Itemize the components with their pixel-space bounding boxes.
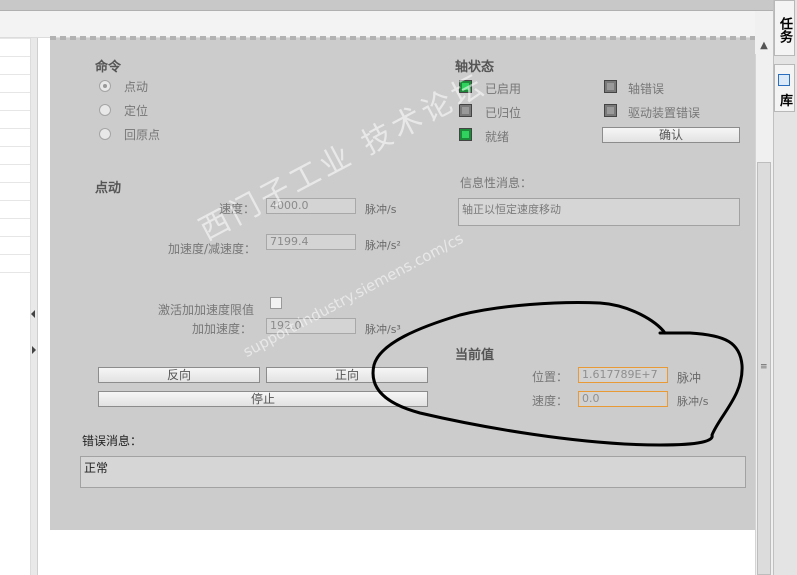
toolbar-strip: [0, 11, 755, 38]
splitter[interactable]: [31, 38, 38, 575]
axis-error-led-icon: [604, 80, 617, 93]
tasks-tab-label: 任务: [777, 17, 792, 43]
error-label: 错误消息：: [82, 434, 143, 448]
confirm-button[interactable]: 确认: [602, 127, 740, 143]
jerk-label: 加加速度：: [192, 322, 253, 336]
tab-library[interactable]: 库: [774, 64, 795, 112]
top-bar: [0, 0, 773, 11]
panel-top-border: [50, 36, 755, 40]
info-message-box: 轴正以恒定速度移动: [458, 198, 740, 226]
gutter: [38, 38, 50, 575]
panel-footer-space: [50, 530, 755, 575]
drive-error-led-icon: [604, 104, 617, 117]
library-tab-label: 库: [777, 93, 792, 107]
homed-label: 已归位: [485, 106, 522, 120]
info-label: 信息性消息：: [460, 176, 533, 190]
library-icon: [778, 73, 790, 86]
accel-field[interactable]: 7199.4: [266, 234, 356, 250]
radio-position[interactable]: [99, 104, 111, 116]
scroll-up-icon[interactable]: ▲: [755, 38, 773, 54]
axis-error-label: 轴错误: [628, 82, 665, 96]
scroll-grip-icon: ≡: [760, 362, 768, 372]
command-heading: 命令: [95, 60, 122, 75]
accel-unit: 脉冲/s²: [365, 239, 401, 252]
collapse-left-icon[interactable]: [31, 310, 35, 318]
radio-jog[interactable]: [99, 80, 111, 92]
ready-label: 就绪: [485, 130, 510, 144]
expand-right-icon[interactable]: [32, 346, 36, 354]
error-message-box: 正常: [80, 456, 746, 488]
radio-home-label: 回原点: [124, 128, 161, 142]
radio-position-label: 定位: [124, 104, 149, 118]
reverse-button[interactable]: 反向: [98, 367, 260, 383]
jog-heading: 点动: [95, 181, 122, 196]
radio-jog-label: 点动: [124, 80, 149, 94]
drive-error-label: 驱动装置错误: [628, 106, 701, 120]
jerk-enable-checkbox[interactable]: [270, 297, 282, 309]
project-tree-area: [0, 38, 31, 575]
radio-home[interactable]: [99, 128, 111, 140]
tab-tasks[interactable]: 任务: [774, 0, 795, 56]
speed-unit: 脉冲/s: [365, 203, 397, 216]
hand-drawn-circle-annotation: [371, 301, 744, 447]
jerk-enable-label: 激活加加速度限值: [158, 303, 255, 317]
ready-led-icon: [459, 128, 472, 141]
motion-control-panel-screen: 命令 点动 定位 回原点 轴状态 已启用 已归位 就绪 轴错误 驱动装置错误 确…: [0, 0, 797, 575]
